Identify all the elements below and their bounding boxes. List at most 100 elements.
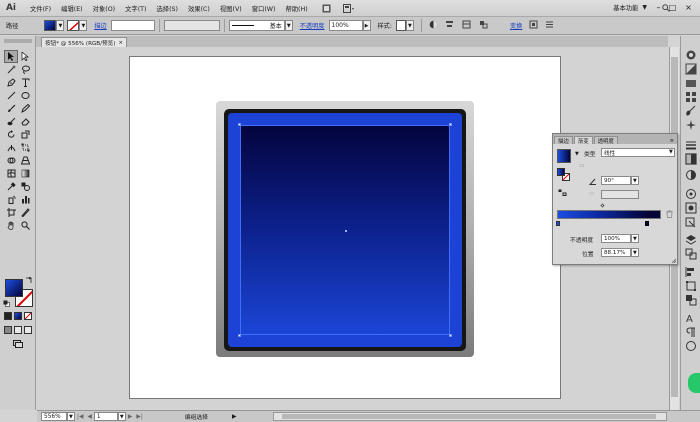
menu-type[interactable]: 文字(T) — [120, 4, 151, 13]
arrange-documents-icon[interactable] — [341, 2, 357, 14]
fill-stroke-gradient-widget[interactable] — [557, 168, 570, 181]
character-panel-icon[interactable]: A — [685, 312, 697, 324]
graphic-styles-icon[interactable] — [685, 202, 697, 214]
rotate-tool-icon[interactable] — [4, 128, 18, 141]
style-dropdown[interactable]: ▼ — [405, 20, 414, 31]
slice-tool-icon[interactable] — [18, 206, 32, 219]
zoom-input[interactable]: 556% — [41, 412, 67, 421]
blob-brush-icon[interactable] — [4, 115, 18, 128]
trash-icon[interactable] — [666, 210, 673, 220]
fill-color-box[interactable] — [5, 279, 23, 297]
angle-dropdown[interactable]: ▼ — [631, 176, 639, 185]
recolor-icon[interactable] — [429, 20, 438, 31]
gradient-midpoint-handle[interactable] — [600, 203, 605, 208]
transform-link[interactable]: 变换 — [510, 21, 522, 30]
color-panel-icon[interactable] — [685, 63, 697, 75]
fill-swatch[interactable] — [44, 20, 57, 31]
menu-effect[interactable]: 效果(C) — [183, 4, 215, 13]
isolate-icon[interactable] — [479, 20, 488, 31]
opacity-input[interactable]: 100% — [328, 20, 363, 31]
minimize-button[interactable]: – — [653, 2, 664, 13]
transform-panel-icon[interactable] — [685, 280, 697, 292]
maximize-button[interactable]: □ — [667, 2, 678, 13]
selection-tool-icon[interactable] — [4, 50, 18, 63]
artboard[interactable] — [129, 56, 561, 399]
color-guide-icon[interactable] — [685, 49, 697, 61]
magic-wand-icon[interactable] — [4, 63, 18, 76]
eraser-icon[interactable] — [18, 115, 32, 128]
button-artwork-gradient-square[interactable] — [238, 123, 452, 337]
line-tool-icon[interactable] — [4, 89, 18, 102]
hand-tool-icon[interactable] — [4, 219, 18, 232]
transform-icon[interactable] — [529, 20, 538, 31]
menu-window[interactable]: 窗口(W) — [247, 4, 281, 13]
pen-tool-icon[interactable] — [4, 76, 18, 89]
zoom-dropdown[interactable]: ▼ — [67, 412, 75, 421]
green-indicator-badge[interactable] — [688, 373, 700, 393]
stop-location-input[interactable]: 88.17% — [601, 248, 631, 257]
selection-handle[interactable] — [449, 334, 452, 337]
perspective-grid-icon[interactable] — [18, 154, 32, 167]
artboard-tool-icon[interactable] — [4, 206, 18, 219]
scrollbar-thumb[interactable] — [282, 414, 656, 419]
color-mode-icon[interactable] — [4, 312, 12, 320]
fill-dropdown[interactable]: ▼ — [56, 20, 65, 31]
variable-width-profile[interactable] — [163, 20, 220, 31]
opentype-icon[interactable] — [685, 340, 697, 352]
align-icon[interactable] — [445, 20, 454, 31]
status-menu-icon[interactable]: ▶ — [232, 414, 236, 420]
button-artwork-blue-face[interactable] — [228, 113, 462, 347]
screen-mode-icon[interactable] — [13, 340, 23, 348]
last-artboard-icon[interactable]: ▶| — [136, 414, 142, 420]
paintbrush-icon[interactable] — [4, 102, 18, 115]
zoom-tool-icon[interactable] — [18, 219, 32, 232]
menu-view[interactable]: 视图(V) — [215, 4, 247, 13]
layers-icon[interactable] — [685, 234, 697, 246]
stop-opacity-dropdown[interactable]: ▼ — [631, 234, 639, 243]
gradient-slider[interactable] — [557, 210, 661, 219]
swatches-icon[interactable] — [685, 91, 697, 103]
ellipse-tool-icon[interactable] — [18, 89, 32, 102]
close-button[interactable]: × — [683, 2, 694, 13]
gradient-type-select[interactable]: 线性 — [601, 148, 675, 157]
shape-builder-icon[interactable] — [4, 154, 18, 167]
scale-tool-icon[interactable] — [18, 128, 32, 141]
gradient-dropdown-icon[interactable]: ▼ — [575, 151, 579, 157]
artboards-icon[interactable] — [685, 248, 697, 260]
first-artboard-icon[interactable]: |◀ — [77, 414, 83, 420]
next-artboard-icon[interactable]: ▶ — [128, 414, 132, 420]
reverse-gradient-icon[interactable] — [558, 189, 567, 198]
brush-dropdown[interactable]: ▼ — [284, 20, 293, 31]
selection-handle[interactable] — [238, 334, 241, 337]
opacity-link[interactable]: 不透明度 — [300, 21, 325, 30]
document-setup-icon[interactable] — [462, 20, 471, 31]
stop-opacity-input[interactable]: 100% — [601, 234, 631, 243]
panel-menu-icon[interactable]: ≡ — [670, 138, 674, 144]
menu-file[interactable]: 文件(F) — [25, 4, 56, 13]
width-tool-icon[interactable] — [4, 141, 18, 154]
pencil-icon[interactable] — [18, 102, 32, 115]
gradient-mode-icon[interactable] — [14, 312, 22, 320]
pathfinder-icon[interactable] — [685, 294, 697, 306]
paragraph-icon[interactable] — [685, 326, 697, 338]
free-transform-icon[interactable] — [18, 141, 32, 154]
artboard-number-input[interactable]: 1 — [93, 412, 118, 421]
previous-artboard-icon[interactable]: ◀ — [87, 414, 91, 420]
close-icon[interactable]: × — [118, 40, 123, 46]
brushes-icon[interactable] — [685, 105, 697, 117]
angle-input[interactable]: 90° — [601, 176, 631, 185]
horizontal-scrollbar[interactable] — [273, 412, 667, 421]
bridge-icon[interactable] — [319, 2, 335, 14]
panel-menu-icon[interactable] — [545, 20, 554, 31]
gradient-panel-icon[interactable] — [685, 153, 697, 165]
stroke-panel-icon[interactable] — [685, 139, 697, 151]
panel-grip-icon[interactable] — [4, 39, 32, 44]
transparency-icon[interactable] — [685, 169, 697, 181]
stroke-link[interactable]: 描边 — [94, 21, 106, 30]
swap-fill-stroke-icon[interactable] — [25, 277, 32, 284]
symbol-sprayer-icon[interactable] — [4, 193, 18, 206]
opacity-dropdown[interactable]: ▶ — [362, 20, 371, 31]
brush-definition[interactable]: 基本 — [228, 20, 285, 31]
menu-edit[interactable]: 编辑(E) — [56, 4, 88, 13]
selection-handle[interactable] — [449, 123, 452, 126]
